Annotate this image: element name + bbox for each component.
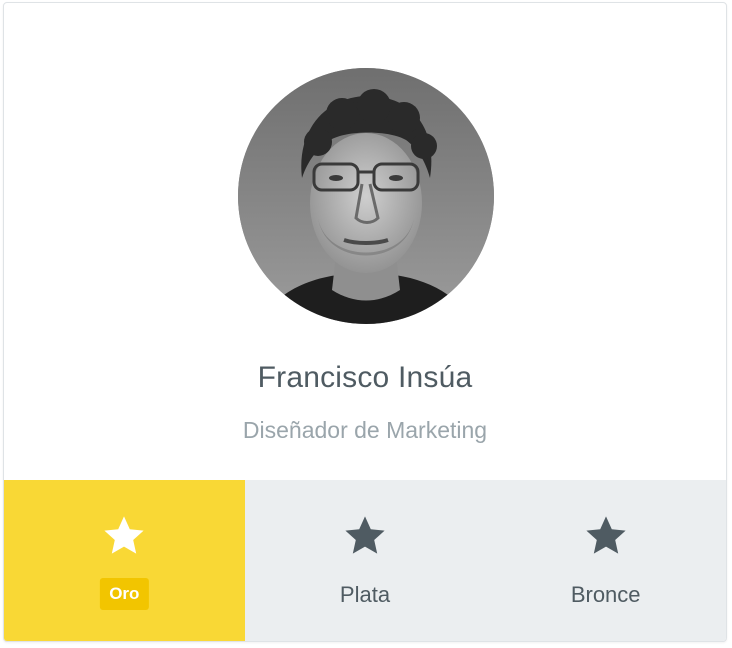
profile-name: Francisco Insúa xyxy=(257,361,473,394)
tier-label-bronce: Bronce xyxy=(570,582,641,607)
star-icon xyxy=(104,516,144,554)
star-icon xyxy=(345,516,385,554)
avatar xyxy=(238,68,494,324)
tier-plata[interactable]: Plata xyxy=(245,480,486,641)
profile-card: Francisco Insúa Diseñador de Marketing O… xyxy=(3,2,727,642)
star-icon xyxy=(586,516,626,554)
tier-bronce[interactable]: Bronce xyxy=(485,480,726,641)
profile-photo xyxy=(238,68,494,324)
tier-label-oro: Oro xyxy=(100,578,149,610)
tier-label-plata: Plata xyxy=(339,582,391,607)
profile-role: Diseñador de Marketing xyxy=(242,417,488,443)
tier-selector: Oro Plata Bronce xyxy=(4,480,726,641)
tier-oro[interactable]: Oro xyxy=(4,480,245,641)
